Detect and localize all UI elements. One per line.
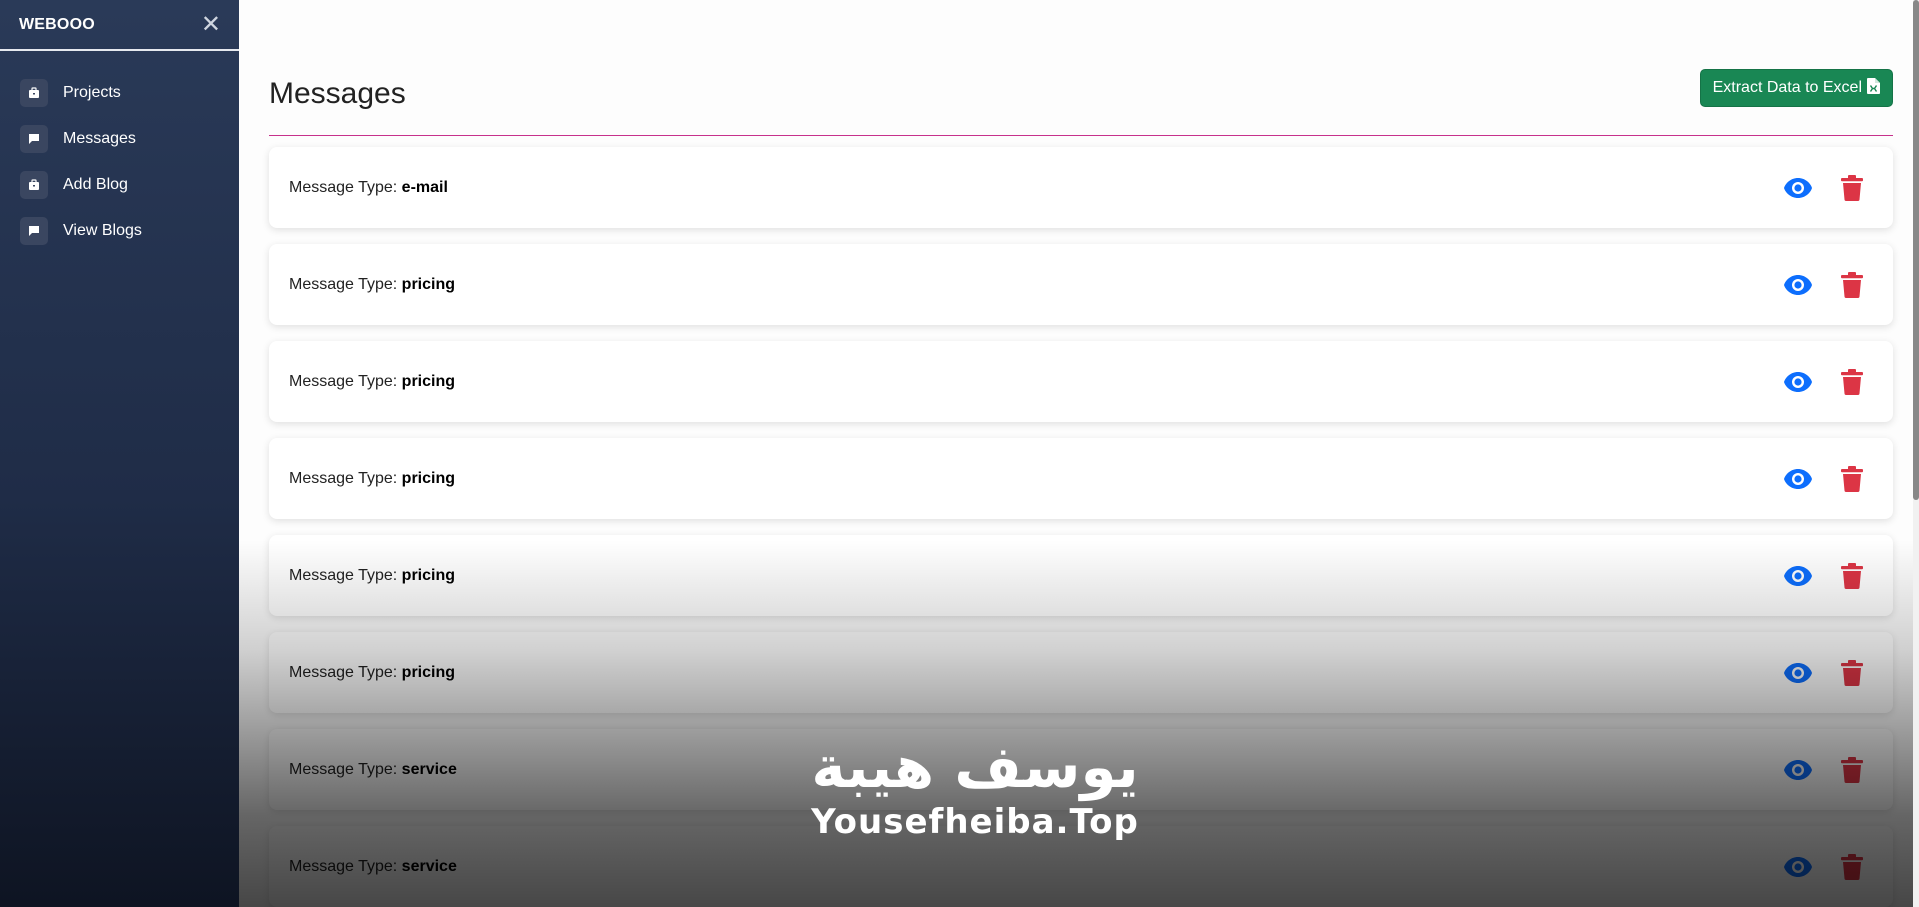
file-excel-icon: [1867, 77, 1880, 99]
view-eye-icon[interactable]: [1783, 662, 1813, 684]
message-type-value: pricing: [401, 663, 456, 681]
message-type-value: pricing: [401, 469, 456, 487]
extract-excel-button[interactable]: Extract Data to Excel: [1699, 69, 1893, 107]
delete-trash-icon[interactable]: [1841, 659, 1863, 686]
message-type-label: Message Type: service: [289, 857, 457, 875]
view-eye-icon[interactable]: [1783, 856, 1813, 878]
message-type-value: service: [401, 857, 457, 875]
message-type-value: pricing: [401, 566, 456, 584]
title-divider: [269, 135, 1893, 136]
briefcase-icon: [20, 79, 48, 107]
message-card: Message Type: service: [269, 729, 1893, 810]
view-eye-icon[interactable]: [1783, 565, 1813, 587]
extract-excel-label: Extract Data to Excel: [1712, 79, 1862, 96]
message-type-value: pricing: [401, 275, 456, 293]
message-card: Message Type: pricing: [269, 244, 1893, 325]
sidebar-item-add-blog[interactable]: Add Blog: [0, 162, 239, 208]
delete-trash-icon[interactable]: [1841, 465, 1863, 492]
message-type-value: pricing: [401, 372, 456, 390]
message-card: Message Type: pricing: [269, 341, 1893, 422]
message-card: Message Type: service: [269, 826, 1893, 907]
delete-trash-icon[interactable]: [1841, 174, 1863, 201]
message-card: Message Type: pricing: [269, 632, 1893, 713]
sidebar-item-view-blogs[interactable]: View Blogs: [0, 208, 239, 254]
message-type-label: Message Type: pricing: [289, 469, 456, 487]
scrollbar-thumb[interactable]: [1913, 0, 1919, 500]
sidebar-item-label: Messages: [63, 130, 136, 147]
delete-trash-icon[interactable]: [1841, 562, 1863, 589]
chat-icon: [20, 125, 48, 153]
delete-trash-icon[interactable]: [1841, 756, 1863, 783]
message-type-value: e-mail: [401, 178, 448, 196]
briefcase-icon: [20, 171, 48, 199]
message-type-value: service: [401, 760, 457, 778]
sidebar-item-label: Projects: [63, 84, 121, 101]
view-eye-icon[interactable]: [1783, 371, 1813, 393]
delete-trash-icon[interactable]: [1841, 271, 1863, 298]
message-type-label: Message Type: pricing: [289, 372, 456, 390]
page-title: Messages: [269, 77, 406, 110]
delete-trash-icon[interactable]: [1841, 853, 1863, 880]
brand-logo[interactable]: WEBOOO: [19, 16, 95, 34]
view-eye-icon[interactable]: [1783, 468, 1813, 490]
sidebar-header: WEBOOO ✕: [0, 0, 239, 51]
sidebar: WEBOOO ✕ Projects Messages Add Blog View…: [0, 0, 239, 907]
page-header: Messages Extract Data to Excel: [269, 69, 1893, 135]
message-type-label: Message Type: pricing: [289, 566, 456, 584]
chat-icon: [20, 217, 48, 245]
message-type-label: Message Type: pricing: [289, 663, 456, 681]
delete-trash-icon[interactable]: [1841, 368, 1863, 395]
message-type-label: Message Type: pricing: [289, 275, 456, 293]
message-card: Message Type: e-mail: [269, 147, 1893, 228]
view-eye-icon[interactable]: [1783, 759, 1813, 781]
view-eye-icon[interactable]: [1783, 177, 1813, 199]
sidebar-nav: Projects Messages Add Blog View Blogs: [0, 51, 239, 254]
main-content: Messages Extract Data to Excel Message T…: [239, 0, 1913, 907]
view-eye-icon[interactable]: [1783, 274, 1813, 296]
message-type-label: Message Type: service: [289, 760, 457, 778]
scrollbar[interactable]: [1913, 0, 1919, 907]
sidebar-item-projects[interactable]: Projects: [0, 70, 239, 116]
message-type-label: Message Type: e-mail: [289, 178, 448, 196]
messages-list: Message Type: e-mail Message Type: prici…: [269, 147, 1893, 907]
sidebar-item-label: View Blogs: [63, 222, 142, 239]
sidebar-item-messages[interactable]: Messages: [0, 116, 239, 162]
message-card: Message Type: pricing: [269, 535, 1893, 616]
sidebar-item-label: Add Blog: [63, 176, 128, 193]
close-icon[interactable]: ✕: [201, 12, 221, 37]
message-card: Message Type: pricing: [269, 438, 1893, 519]
